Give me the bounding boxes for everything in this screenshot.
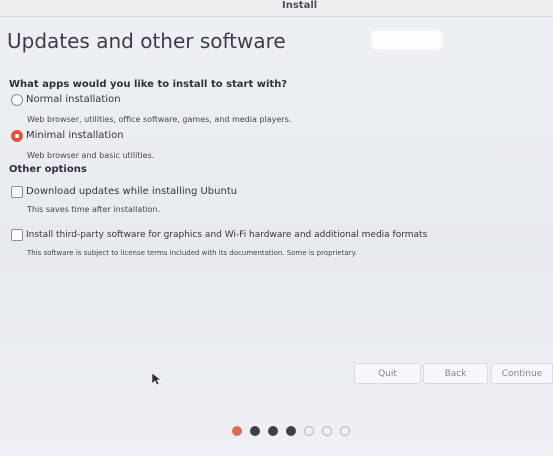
third-party-software-label[interactable]: Install third-party software for graphic… [26, 229, 427, 241]
download-updates-label[interactable]: Download updates while installing Ubuntu [26, 186, 237, 198]
normal-installation-description: Web browser, utilities, office software,… [27, 115, 292, 124]
download-updates-description: This saves time after installation. [27, 205, 161, 214]
normal-installation-option[interactable]: Normal installation [11, 94, 121, 106]
minimal-installation-radio[interactable] [11, 130, 23, 142]
normal-installation-radio[interactable] [11, 94, 23, 106]
progress-dots [232, 426, 350, 436]
normal-installation-label[interactable]: Normal installation [26, 94, 121, 106]
continue-button[interactable]: Continue [491, 363, 553, 384]
progress-step-empty [340, 426, 350, 436]
window-title: Install [282, 0, 318, 11]
minimal-installation-description: Web browser and basic utilities. [27, 151, 155, 160]
other-options-heading: Other options [9, 164, 87, 175]
mouse-pointer-icon [151, 372, 162, 386]
title-bar: Install [0, 0, 553, 17]
progress-step-done [268, 426, 278, 436]
installer-screen: Install Updates and other software What … [0, 0, 553, 456]
back-button[interactable]: Back [423, 363, 488, 384]
download-updates-option[interactable]: Download updates while installing Ubuntu [11, 186, 237, 198]
third-party-software-checkbox[interactable] [11, 229, 23, 241]
page-title: Updates and other software [7, 29, 286, 53]
progress-step-done [286, 426, 296, 436]
third-party-software-option[interactable]: Install third-party software for graphic… [11, 229, 427, 241]
minimal-installation-label[interactable]: Minimal installation [26, 130, 124, 142]
quit-button[interactable]: Quit [354, 363, 421, 384]
screen-glare [372, 31, 442, 49]
progress-step-done [250, 426, 260, 436]
install-question: What apps would you like to install to s… [9, 79, 288, 90]
progress-step-empty [322, 426, 332, 436]
download-updates-checkbox[interactable] [11, 186, 23, 198]
minimal-installation-option[interactable]: Minimal installation [11, 130, 124, 142]
progress-step-current [232, 426, 242, 436]
progress-step-empty [304, 426, 314, 436]
third-party-software-description: This software is subject to license term… [27, 249, 357, 257]
